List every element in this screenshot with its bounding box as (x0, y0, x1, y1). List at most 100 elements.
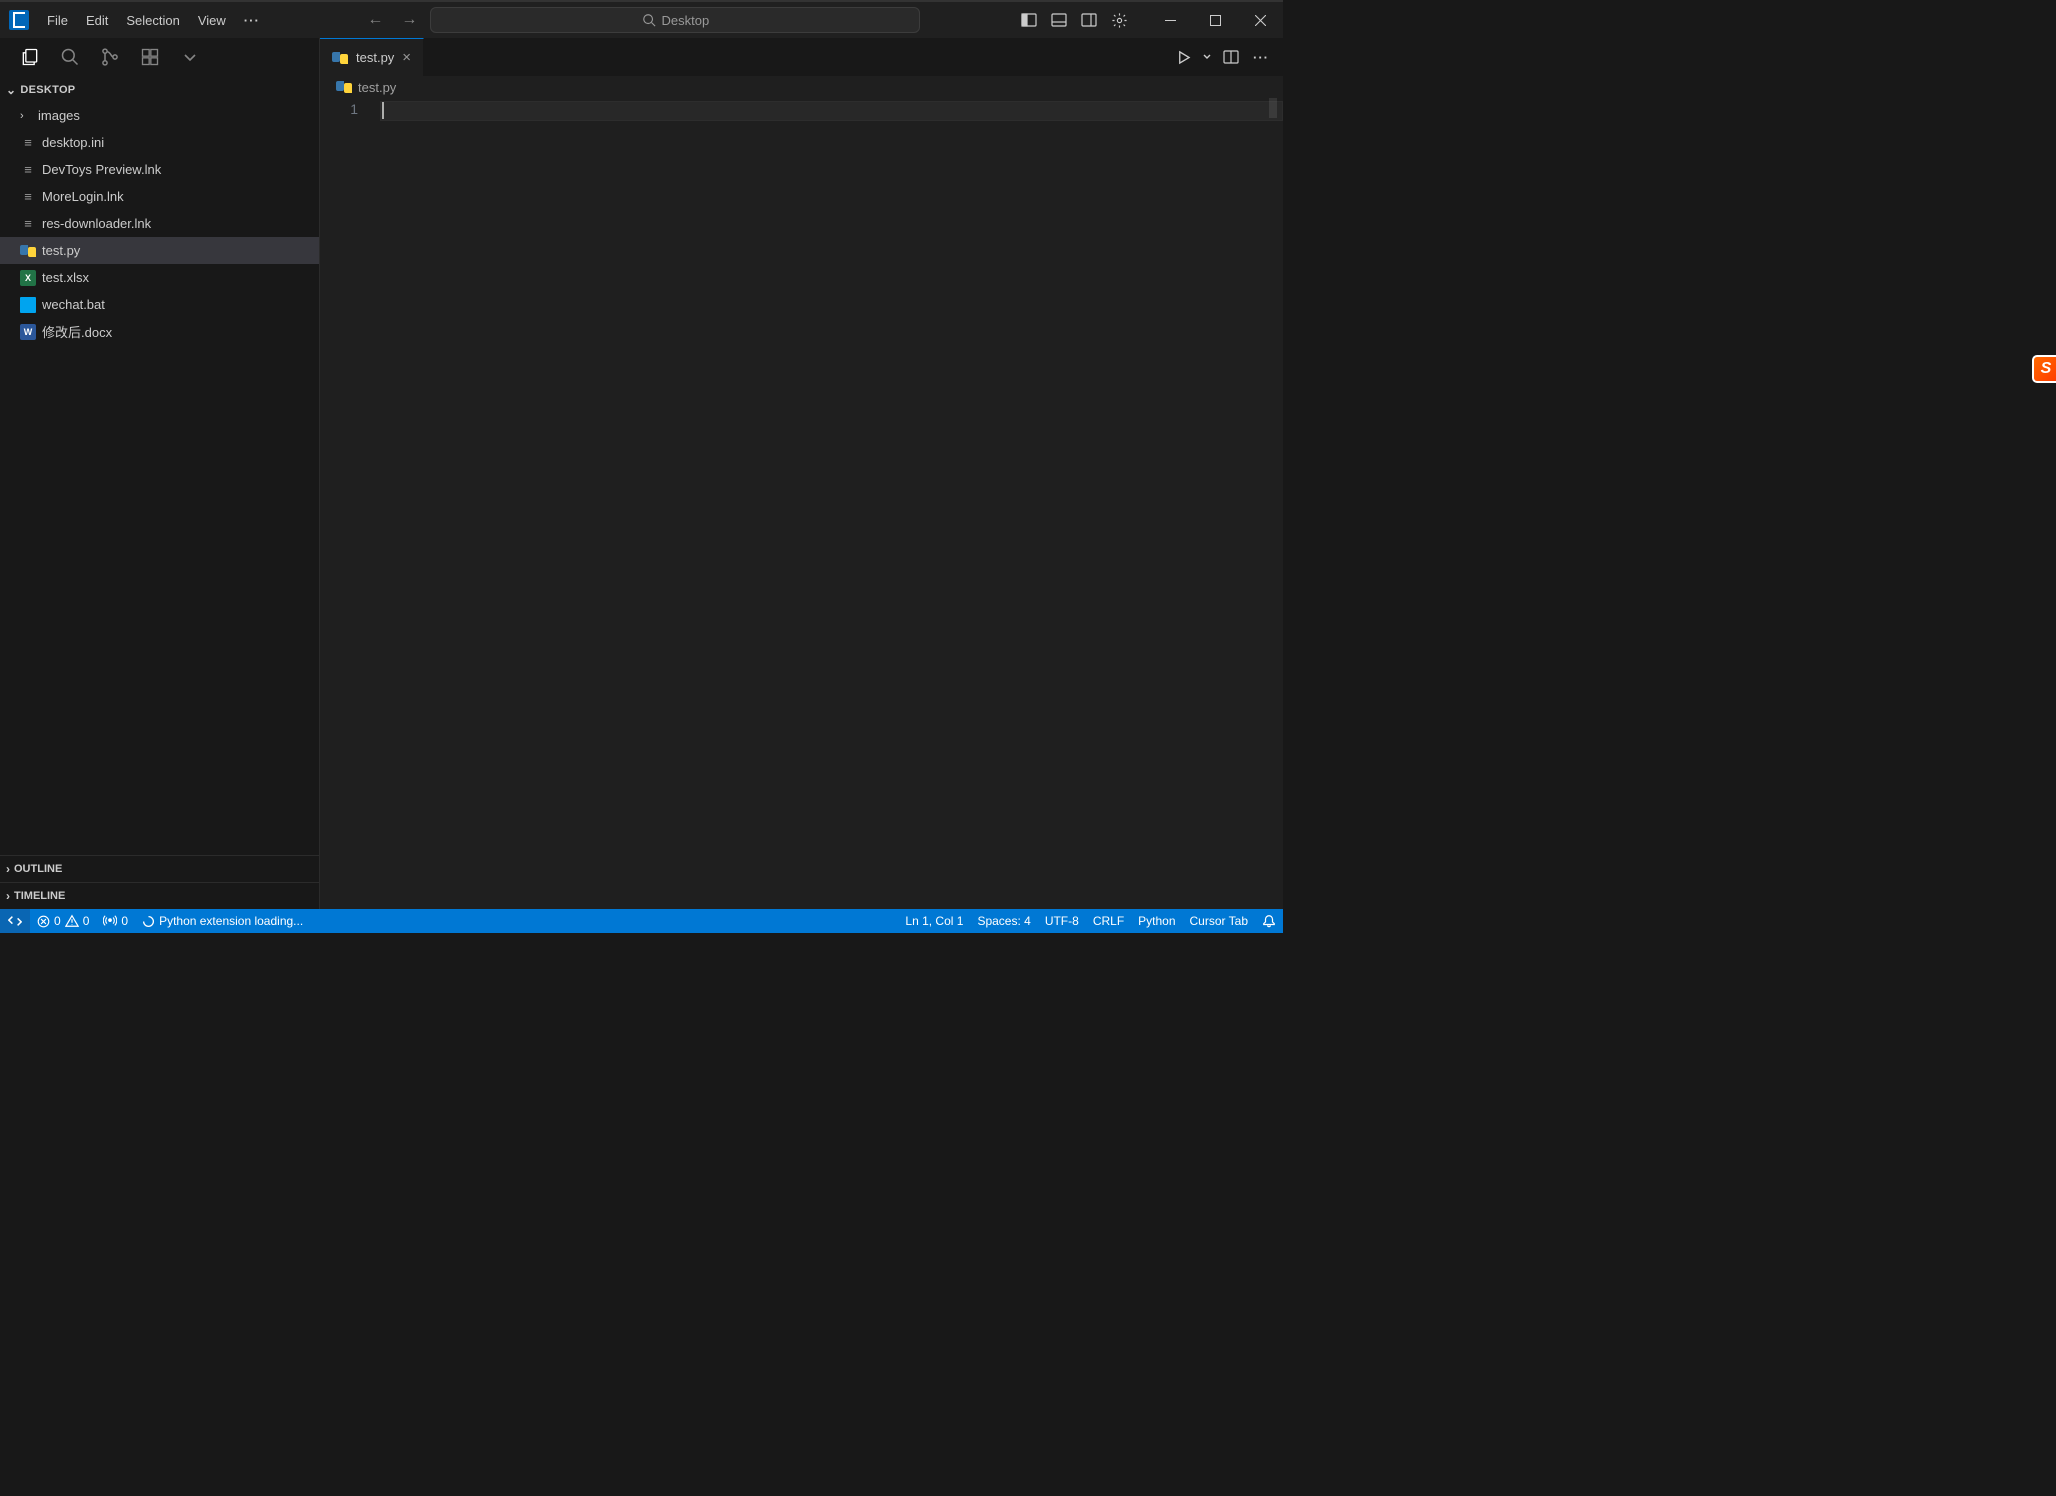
extensions-tab-icon[interactable] (132, 39, 168, 75)
warning-icon (65, 914, 79, 928)
layout-primary-sidebar-icon[interactable] (1014, 1, 1044, 39)
python-icon (332, 50, 348, 66)
close-window-button[interactable] (1238, 1, 1283, 39)
tab-bar: test.py × ··· (320, 38, 1283, 76)
loading-text: Python extension loading... (159, 914, 303, 928)
folder-root[interactable]: ⌄ DESKTOP (0, 78, 319, 102)
minimize-button[interactable] (1148, 1, 1193, 39)
file-label: images (38, 108, 80, 123)
word-icon: W (20, 324, 36, 340)
status-bar: 0 0 0 Python extension loading... Ln 1, … (0, 909, 1283, 933)
code-area[interactable] (380, 98, 1283, 909)
breadcrumb-file: test.py (358, 80, 396, 95)
minimap-slider[interactable] (1269, 98, 1277, 118)
remote-indicator[interactable] (0, 909, 30, 933)
search-icon (642, 13, 656, 27)
file-label: res-downloader.lnk (42, 216, 151, 231)
eol[interactable]: CRLF (1086, 909, 1131, 933)
tree-item-file[interactable]: X test.xlsx (0, 264, 319, 291)
timeline-label: TIMELINE (14, 890, 65, 902)
file-label: test.xlsx (42, 270, 89, 285)
title-bar: File Edit Selection View ··· ← → Desktop (0, 0, 1283, 38)
tree-item-file[interactable]: ≡ desktop.ini (0, 129, 319, 156)
file-label: wechat.bat (42, 297, 105, 312)
file-lines-icon: ≡ (20, 216, 36, 232)
chevron-right-icon: › (20, 110, 32, 122)
python-icon (20, 243, 36, 259)
tree-item-file[interactable]: ≡ DevToys Preview.lnk (0, 156, 319, 183)
file-label: desktop.ini (42, 135, 104, 150)
chevron-down-icon[interactable] (172, 39, 208, 75)
menu-edit[interactable]: Edit (77, 2, 117, 38)
app-icon[interactable] (0, 1, 38, 39)
line-gutter: 1 (320, 98, 380, 909)
nav-back-button[interactable]: ← (362, 7, 388, 33)
menu-view[interactable]: View (189, 2, 235, 38)
ports-indicator[interactable]: 0 (96, 909, 135, 933)
tree-item-file-active[interactable]: test.py (0, 237, 319, 264)
layout-secondary-sidebar-icon[interactable] (1074, 1, 1104, 39)
tree-item-file[interactable]: W 修改后.docx (0, 318, 319, 345)
run-button[interactable] (1169, 43, 1197, 71)
cursor-tab[interactable]: Cursor Tab (1183, 909, 1255, 933)
split-editor-icon[interactable] (1217, 43, 1245, 71)
source-control-tab-icon[interactable] (92, 39, 128, 75)
sidebar: ⌄ DESKTOP › images ≡ desktop.ini ≡ DevTo… (0, 38, 320, 909)
editor-group: test.py × ··· test.py 1 (320, 38, 1283, 909)
chevron-down-icon: ⌄ (6, 83, 16, 97)
tree-item-file[interactable]: wechat.bat (0, 291, 319, 318)
tree-item-file[interactable]: ≡ MoreLogin.lnk (0, 183, 319, 210)
menubar: File Edit Selection View ··· (38, 2, 269, 38)
chevron-right-icon: › (6, 889, 10, 903)
chevron-right-icon: › (6, 862, 10, 876)
menu-file[interactable]: File (38, 2, 77, 38)
timeline-section[interactable]: › TIMELINE (0, 882, 319, 909)
file-lines-icon: ≡ (20, 135, 36, 151)
explorer-tab-icon[interactable] (12, 39, 48, 75)
loading-spinner-icon (142, 915, 155, 928)
tree-item-file[interactable]: ≡ res-downloader.lnk (0, 210, 319, 237)
indentation[interactable]: Spaces: 4 (970, 909, 1037, 933)
encoding[interactable]: UTF-8 (1038, 909, 1086, 933)
radio-tower-icon (103, 914, 117, 928)
excel-icon: X (20, 270, 36, 286)
menu-more[interactable]: ··· (235, 2, 269, 38)
editor-body[interactable]: 1 (320, 98, 1283, 909)
language-mode[interactable]: Python (1131, 909, 1182, 933)
breadcrumb[interactable]: test.py (320, 76, 1283, 98)
menu-selection[interactable]: Selection (117, 2, 188, 38)
text-cursor (382, 102, 384, 119)
warning-count: 0 (83, 914, 90, 928)
loading-indicator[interactable]: Python extension loading... (135, 909, 310, 933)
nav-forward-button[interactable]: → (396, 7, 422, 33)
maximize-button[interactable] (1193, 1, 1238, 39)
close-tab-icon[interactable]: × (402, 49, 411, 66)
notifications-icon[interactable] (1255, 909, 1283, 933)
search-tab-icon[interactable] (52, 39, 88, 75)
settings-gear-icon[interactable] (1104, 1, 1134, 39)
file-label: DevToys Preview.lnk (42, 162, 161, 177)
folder-root-label: DESKTOP (20, 84, 75, 96)
more-actions-icon[interactable]: ··· (1247, 43, 1275, 71)
tab-active[interactable]: test.py × (320, 38, 424, 76)
run-dropdown-icon[interactable] (1199, 43, 1215, 71)
layout-panel-icon[interactable] (1044, 1, 1074, 39)
file-label: 修改后.docx (42, 322, 112, 341)
outline-section[interactable]: › OUTLINE (0, 855, 319, 882)
tree-item-folder[interactable]: › images (0, 102, 319, 129)
error-icon (37, 915, 50, 928)
cursor-position[interactable]: Ln 1, Col 1 (898, 909, 970, 933)
file-lines-icon: ≡ (20, 189, 36, 205)
outline-label: OUTLINE (14, 863, 62, 875)
python-icon (336, 79, 352, 95)
error-count: 0 (54, 914, 61, 928)
current-line-highlight (380, 101, 1283, 121)
command-center-search[interactable]: Desktop (430, 7, 920, 33)
sogou-ime-widget[interactable]: S (2032, 355, 2056, 383)
sidebar-tabs (0, 38, 319, 76)
problems-indicator[interactable]: 0 0 (30, 909, 96, 933)
line-number: 1 (320, 101, 358, 117)
tab-label: test.py (356, 50, 394, 65)
explorer-tree: ⌄ DESKTOP › images ≡ desktop.ini ≡ DevTo… (0, 76, 319, 855)
search-placeholder: Desktop (662, 13, 710, 28)
